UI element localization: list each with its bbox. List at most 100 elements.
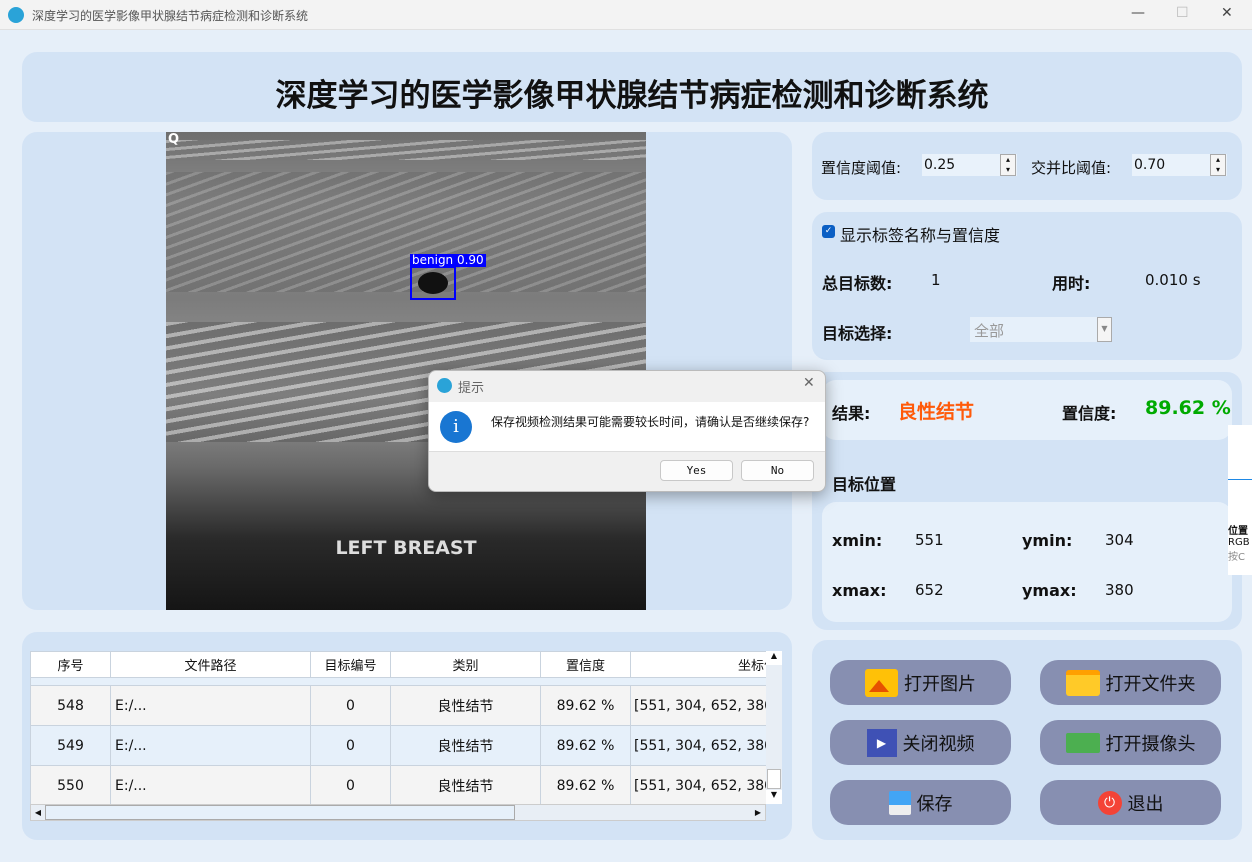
cell-index: 549 (30, 725, 111, 766)
header-target-id[interactable]: 目标编号 (310, 651, 391, 678)
cell-path: E:/... (110, 685, 311, 726)
dialog-app-icon (437, 378, 452, 393)
result-label: 结果: (832, 404, 871, 423)
cell-confidence: 89.62 % (540, 685, 631, 726)
power-icon: ⏻ (1097, 790, 1122, 815)
window-title: 深度学习的医学影像甲状腺结节病症检测和诊断系统 (32, 9, 309, 23)
dialog-title: 提示 (458, 381, 485, 396)
cell-confidence: 89.62 % (540, 725, 631, 766)
close-video-label: 关闭视频 (902, 733, 975, 755)
table-row[interactable]: 548 E:/... 0 良性结节 89.62 % [551, 304, 652, 380… (30, 685, 766, 726)
header-confidence[interactable]: 置信度 (540, 651, 631, 678)
result-box: 结果: 良性结节 置信度: 89.62 % (822, 380, 1232, 440)
table-panel: 序号 文件路径 目标编号 类别 置信度 坐标位置 548E:/...0良性结节8… (22, 632, 792, 840)
threshold-panel: 置信度阈值: 0.25 ▴ ▾ 交并比阈值: 0.70 ▴ ▾ (812, 132, 1242, 200)
title-bar: 深度学习的医学影像甲状腺结节病症检测和诊断系统 — ☐ ✕ (0, 0, 1252, 30)
table-row[interactable]: 549 E:/... 0 良性结节 89.62 % [551, 304, 652, 380… (30, 725, 766, 766)
table-header: 序号 文件路径 目标编号 类别 置信度 坐标位置 (30, 651, 766, 678)
cell-index: 548 (30, 685, 111, 726)
side-popup-line3: 按C (1228, 552, 1245, 563)
result-conf-label: 置信度: (1062, 404, 1117, 423)
xmax-label: xmax: (832, 581, 887, 600)
cell-target-id: 0 (310, 765, 391, 804)
detection-box (410, 266, 456, 300)
detection-label: benign 0.90 (410, 253, 486, 267)
info-icon: i (440, 411, 472, 443)
table-row[interactable]: 550 E:/... 0 良性结节 89.62 % [551, 304, 652, 380… (30, 765, 766, 804)
target-select-label: 目标选择: (822, 324, 893, 343)
horizontal-scrollbar[interactable]: ◀ ▶ (30, 804, 766, 821)
ymax-value: 380 (1105, 581, 1134, 599)
result-value: 良性结节 (898, 401, 975, 423)
header-index[interactable]: 序号 (30, 651, 111, 678)
ymax-label: ymax: (1022, 581, 1077, 600)
result-conf-value: 89.62 % (1145, 397, 1231, 419)
save-button[interactable]: 保存 (830, 780, 1011, 825)
dialog-body: i 保存视频检测结果可能需要较长时间，请确认是否继续保存? (429, 402, 825, 452)
open-camera-label: 打开摄像头 (1105, 733, 1196, 755)
time-label: 用时: (1052, 274, 1091, 293)
ymin-value: 304 (1105, 531, 1134, 549)
cell-class: 良性结节 (390, 725, 541, 766)
show-labels-checkbox[interactable]: 显示标签名称与置信度 (840, 222, 1000, 246)
maximize-button[interactable]: ☐ (1176, 5, 1189, 21)
dialog-close-button[interactable]: ✕ (803, 375, 815, 391)
confirm-dialog: 提示 ✕ i 保存视频检测结果可能需要较长时间，请确认是否继续保存? Yes N… (428, 370, 826, 492)
conf-spinner[interactable]: ▴ ▾ (1000, 154, 1016, 176)
vertical-scrollbar[interactable]: ▲ ▼ (766, 651, 782, 804)
vertical-scroll-thumb[interactable] (767, 769, 781, 789)
exit-button[interactable]: ⏻ 退出 (1040, 780, 1221, 825)
image-icon (865, 668, 898, 697)
total-label: 总目标数: (822, 274, 893, 293)
close-video-button[interactable]: ▶ 关闭视频 (830, 720, 1011, 765)
dialog-yes-button[interactable]: Yes (660, 460, 733, 481)
app-icon (8, 7, 24, 23)
dialog-message: 保存视频检测结果可能需要较长时间，请确认是否继续保存? (491, 415, 810, 429)
minimize-button[interactable]: — (1131, 5, 1145, 21)
target-select[interactable]: 全部 (970, 317, 1112, 342)
open-image-label: 打开图片 (904, 673, 976, 695)
exit-label: 退出 (1127, 793, 1164, 815)
camera-icon (1065, 732, 1100, 753)
total-value: 1 (931, 271, 941, 289)
floppy-icon (888, 790, 911, 815)
header-class[interactable]: 类别 (390, 651, 541, 678)
corner-mark: Q (168, 132, 180, 147)
cell-class: 良性结节 (390, 685, 541, 726)
iou-threshold-label: 交并比阈值: (1031, 159, 1112, 177)
checkbox-icon[interactable]: ✓ (822, 225, 835, 238)
info-panel: ✓ 显示标签名称与置信度 总目标数: 1 用时: 0.010 s 目标选择: 全… (812, 212, 1242, 360)
open-camera-button[interactable]: 打开摄像头 (1040, 720, 1221, 765)
dialog-no-button[interactable]: No (741, 460, 814, 481)
cell-confidence: 89.62 % (540, 765, 631, 804)
side-popup-line2: RGB (1228, 537, 1250, 548)
cell-coords: [551, 304, 652, 380] (630, 725, 766, 766)
cell-target-id: 0 (310, 685, 391, 726)
iou-spinner[interactable]: ▴ ▾ (1210, 154, 1226, 176)
side-popup: 位置 RGB 按C (1228, 425, 1252, 575)
page-title: 深度学习的医学影像甲状腺结节病症检测和诊断系统 (275, 78, 989, 114)
header-coords[interactable]: 坐标位置 (630, 651, 766, 678)
save-label: 保存 (916, 793, 953, 815)
video-icon: ▶ (866, 728, 897, 757)
xmax-value: 652 (915, 581, 944, 599)
image-caption: LEFT BREAST (335, 537, 477, 559)
cell-index: 550 (30, 765, 111, 804)
open-folder-label: 打开文件夹 (1105, 673, 1196, 695)
header-path[interactable]: 文件路径 (110, 651, 311, 678)
horizontal-scroll-thumb[interactable] (45, 805, 515, 820)
dropdown-arrow-icon[interactable]: ▼ (1097, 317, 1112, 342)
open-folder-button[interactable]: 打开文件夹 (1040, 660, 1221, 705)
result-panel: 结果: 良性结节 置信度: 89.62 % 目标位置 xmin: 551 ymi… (812, 372, 1242, 630)
cell-coords: [551, 304, 652, 380] (630, 685, 766, 726)
position-title: 目标位置 (832, 475, 897, 494)
buttons-panel: 打开图片 打开文件夹 ▶ 关闭视频 打开摄像头 保存 ⏻ 退出 (812, 640, 1242, 840)
open-image-button[interactable]: 打开图片 (830, 660, 1011, 705)
conf-threshold-label: 置信度阈值: (821, 159, 902, 177)
folder-icon (1065, 669, 1100, 696)
cell-path: E:/... (110, 725, 311, 766)
cell-class: 良性结节 (390, 765, 541, 804)
close-button[interactable]: ✕ (1221, 5, 1233, 21)
xmin-label: xmin: (832, 531, 883, 550)
side-popup-line1: 位置 (1228, 526, 1248, 537)
